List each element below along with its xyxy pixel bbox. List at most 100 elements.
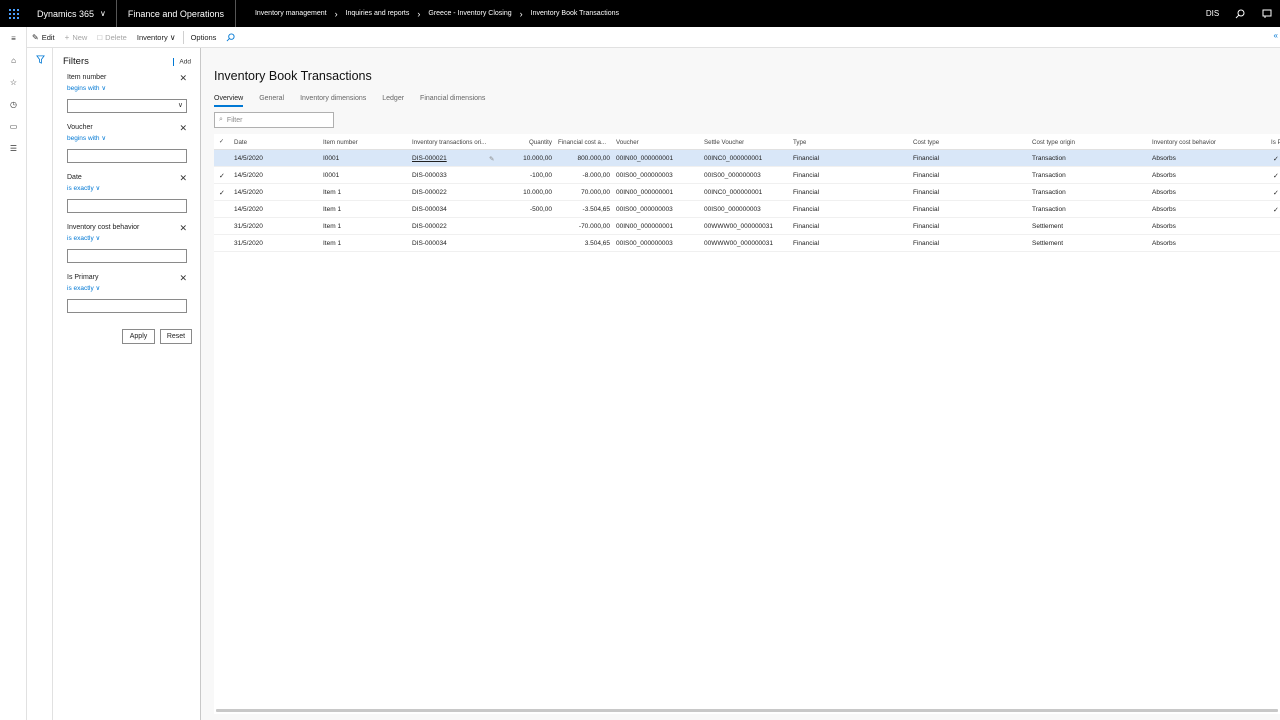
app-launcher-button[interactable] bbox=[0, 0, 27, 27]
inventory-menu[interactable]: Inventory ∨ bbox=[132, 27, 181, 48]
cell-financial-cost: -70.000,00 bbox=[578, 223, 610, 230]
select-all-checkbox[interactable]: ✓ bbox=[219, 138, 224, 145]
filter-input[interactable] bbox=[67, 299, 187, 313]
breadcrumb-item[interactable]: Inventory Book Transactions bbox=[531, 10, 619, 17]
apply-button[interactable]: Apply bbox=[122, 329, 155, 344]
new-button[interactable]: + New bbox=[60, 27, 93, 48]
breadcrumb-item[interactable]: Inquiries and reports bbox=[346, 10, 410, 17]
top-nav-bar: Dynamics 365 ∨ Finance and Operations In… bbox=[0, 0, 1280, 27]
page-title: Inventory Book Transactions bbox=[214, 69, 372, 83]
cell-type: Financial bbox=[793, 223, 820, 230]
table-row[interactable]: 31/5/2020 Item 1 DIS-000034 3.504,65 00IS00_… bbox=[214, 235, 1280, 252]
cell-origin[interactable]: DIS-000021 bbox=[412, 155, 447, 162]
column-header-quantity[interactable]: Quantity bbox=[512, 139, 552, 146]
pencil-icon[interactable]: ✎ bbox=[489, 155, 494, 163]
column-header-cost-type[interactable]: Cost type bbox=[913, 139, 939, 146]
delete-button[interactable]: □ Delete bbox=[92, 27, 132, 48]
row-checkbox[interactable]: ✓ bbox=[219, 172, 225, 180]
row-checkbox[interactable]: ✓ bbox=[219, 189, 225, 197]
column-header-is-primary[interactable]: Is P bbox=[1271, 139, 1280, 146]
column-header-financial-cost[interactable]: Financial cost a... bbox=[558, 139, 612, 146]
cell-financial-cost: -8.000,00 bbox=[582, 172, 610, 179]
tab-ledger[interactable]: Ledger bbox=[382, 95, 404, 107]
module-name[interactable]: Finance and Operations bbox=[117, 0, 236, 27]
grid-filter-input[interactable]: ⌕ Filter bbox=[214, 112, 334, 128]
chevron-right-icon: › bbox=[519, 8, 523, 19]
column-header-settle-voucher[interactable]: Settle Voucher bbox=[704, 139, 744, 146]
tab-inventory-dimensions[interactable]: Inventory dimensions bbox=[300, 95, 366, 107]
close-icon[interactable]: ✕ bbox=[179, 73, 187, 84]
filter-input[interactable] bbox=[67, 249, 187, 263]
cell-voucher: 00IN00_000000001 bbox=[616, 189, 674, 196]
cell-origin: DIS-000033 bbox=[412, 172, 447, 179]
expand-icon[interactable]: « bbox=[1274, 31, 1278, 40]
chat-icon[interactable] bbox=[1253, 0, 1280, 27]
plus-icon: + bbox=[64, 32, 70, 42]
workspace-icon[interactable]: ▭ bbox=[0, 115, 27, 137]
filter-operator[interactable]: begins with ∨ bbox=[67, 84, 187, 92]
breadcrumb-item[interactable]: Greece - Inventory Closing bbox=[428, 10, 511, 17]
close-icon[interactable]: ✕ bbox=[179, 123, 187, 134]
clock-icon[interactable]: ◷ bbox=[0, 93, 27, 115]
tab-overview[interactable]: Overview bbox=[214, 95, 244, 107]
transactions-grid: ✓ Date Item number Inventory transaction… bbox=[214, 134, 1280, 714]
filter-operator[interactable]: begins with ∨ bbox=[67, 134, 187, 142]
breadcrumb-item[interactable]: Inventory management bbox=[255, 10, 327, 17]
cell-origin: DIS-000022 bbox=[412, 189, 447, 196]
cell-voucher: 00IN00_000000001 bbox=[616, 223, 674, 230]
cell-date: 14/5/2020 bbox=[234, 189, 263, 196]
add-filter-button[interactable]: Add bbox=[173, 58, 191, 66]
table-row[interactable]: 31/5/2020 Item 1 DIS-000022 -70.000,00 00IN0… bbox=[214, 218, 1280, 235]
company-picker[interactable]: DIS bbox=[1199, 0, 1226, 27]
table-row[interactable]: 14/5/2020 Item 1 DIS-000034 -500,00 -3.504,6… bbox=[214, 201, 1280, 218]
tab-financial-dimensions[interactable]: Financial dimensions bbox=[420, 95, 485, 107]
filter-operator[interactable]: is exactly ∨ bbox=[67, 284, 187, 292]
cell-origin: DIS-000022 bbox=[412, 223, 447, 230]
edit-button[interactable]: ✎ Edit bbox=[27, 27, 60, 48]
cell-type: Financial bbox=[793, 206, 820, 213]
column-header-origin[interactable]: Inventory transactions ori... bbox=[412, 139, 496, 146]
column-header-date[interactable]: Date bbox=[234, 139, 247, 146]
cell-cost-type: Financial bbox=[913, 223, 940, 230]
tab-general[interactable]: General bbox=[259, 95, 284, 107]
cell-voucher: 00IS00_000000003 bbox=[616, 240, 673, 247]
cell-inventory-cost-behavior: Absorbs bbox=[1152, 172, 1176, 179]
cell-item-number: I0001 bbox=[323, 155, 340, 162]
cell-item-number: I0001 bbox=[323, 172, 340, 179]
close-icon[interactable]: ✕ bbox=[179, 173, 187, 184]
table-row[interactable]: ✓ 14/5/2020 Item 1 DIS-000022 10.000,00 70.00… bbox=[214, 184, 1280, 201]
cell-cost-type-origin: Transaction bbox=[1032, 206, 1066, 213]
funnel-icon[interactable] bbox=[27, 48, 53, 70]
close-icon[interactable]: ✕ bbox=[179, 223, 187, 234]
star-icon[interactable]: ☆ bbox=[0, 71, 27, 93]
filter-input[interactable]: ∨ bbox=[67, 99, 187, 113]
search-icon[interactable] bbox=[1226, 0, 1253, 27]
cell-voucher: 00IS00_000000003 bbox=[616, 172, 673, 179]
brand-switcher[interactable]: Dynamics 365 ∨ bbox=[27, 0, 117, 27]
column-header-type[interactable]: Type bbox=[793, 139, 806, 146]
table-row[interactable]: ✓ 14/5/2020 I0001 DIS-000033 -100,00 -8.000,0… bbox=[214, 167, 1280, 184]
filter-input[interactable] bbox=[67, 149, 187, 163]
horizontal-scrollbar[interactable] bbox=[216, 709, 1278, 712]
pencil-icon: ✎ bbox=[32, 32, 39, 42]
options-menu[interactable]: Options bbox=[186, 27, 222, 48]
home-icon[interactable]: ⌂ bbox=[0, 49, 27, 71]
filter-operator[interactable]: is exactly ∨ bbox=[67, 234, 187, 242]
column-header-item-number[interactable]: Item number bbox=[323, 139, 358, 146]
close-icon[interactable]: ✕ bbox=[179, 273, 187, 284]
hamburger-icon[interactable]: ≡ bbox=[0, 27, 27, 49]
column-header-voucher[interactable]: Voucher bbox=[616, 139, 639, 146]
tab-strip: Overview General Inventory dimensions Le… bbox=[214, 95, 501, 107]
filter-input[interactable] bbox=[67, 199, 187, 213]
cell-type: Financial bbox=[793, 240, 820, 247]
column-header-cost-type-origin[interactable]: Cost type origin bbox=[1032, 139, 1075, 146]
modules-icon[interactable]: ☰ bbox=[0, 137, 27, 159]
cell-voucher: 00IS00_000000003 bbox=[616, 206, 673, 213]
filter-operator[interactable]: is exactly ∨ bbox=[67, 184, 187, 192]
breadcrumb: Inventory management › Inquiries and rep… bbox=[236, 9, 619, 19]
table-row[interactable]: 14/5/2020 I0001 DIS-000021 10.000,00 800.000… bbox=[214, 150, 1280, 167]
search-icon[interactable] bbox=[221, 27, 240, 48]
main-content: Inventory Book Transactions Overview Gen… bbox=[201, 48, 1280, 720]
column-header-inventory-cost-behavior[interactable]: Inventory cost behavior bbox=[1152, 139, 1216, 146]
reset-button[interactable]: Reset bbox=[160, 329, 192, 344]
